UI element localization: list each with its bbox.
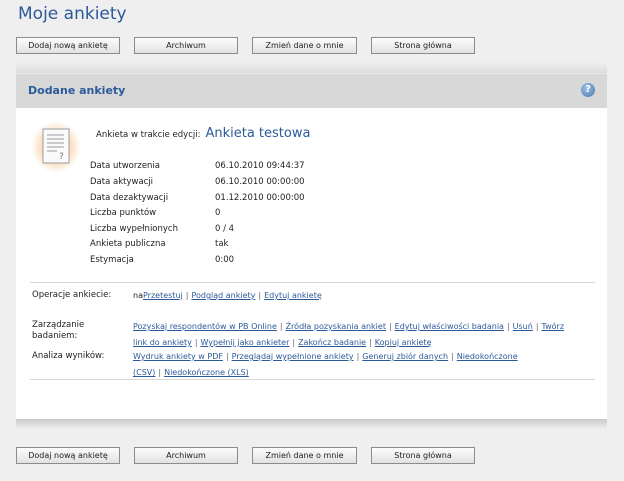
archive-button[interactable]: Archiwum [134,37,238,54]
management-links: Pozyskaj respondentów w PB Online | Źródła… [133,322,565,347]
unfinished-xls-link[interactable]: Niedokończone (XLS) [164,368,249,377]
analysis-links: Wydruk ankiety w PDF | Przeglądaj wypełnio… [133,352,518,377]
generate-dataset-link[interactable]: Generuj zbiór danych [362,352,448,361]
test-link[interactable]: Przetestuj [143,291,183,300]
surveys-panel: Dodane ankiety ? ? Ankieta w trakcie edy… [16,73,607,419]
document-icon: ? [42,128,70,164]
change-my-data-button[interactable]: Zmień dane o mnie [252,447,357,464]
detail-label: Estymacja [90,255,134,265]
operations-links: naPrzetestuj | Podgląd ankiety | Edytuj anki… [133,291,322,300]
analysis-label: Analiza wyników: [32,351,105,361]
help-icon[interactable]: ? [581,83,595,97]
preview-link[interactable]: Podgląd ankiety [191,291,255,300]
edit-properties-link[interactable]: Edytuj właściwości badania [395,322,504,331]
panel-bottom-shadow [16,419,607,429]
detail-value: 06.10.2010 09:44:37 [215,161,305,171]
detail-label: Data utworzenia [90,161,161,171]
detail-label: Ankieta publiczna [90,239,166,249]
browse-responses-link[interactable]: Przeglądaj wypełnione ankiety [232,352,354,361]
home-button[interactable]: Strona główna [371,447,475,464]
detail-value: tak [215,239,229,249]
recruit-respondents-link[interactable]: Pozyskaj respondentów w PB Online [133,322,277,331]
operations-prefix: na [133,291,143,300]
svg-text:?: ? [59,152,64,162]
survey-sources-link[interactable]: Źródła pozyskania ankiet [286,322,386,331]
management-label: Zarządzanie badaniem: [32,320,85,341]
detail-label: Liczba punktów [90,208,157,218]
panel-title: Dodane ankiety [28,84,126,97]
operations-label: Operacje ankiecie: [32,290,112,300]
detail-value: 01.12.2010 00:00:00 [215,193,305,203]
detail-label: Data aktywacji [90,177,154,187]
archive-button[interactable]: Archiwum [134,447,238,464]
separator [30,379,595,380]
survey-title-line: Ankieta w trakcie edycji: Ankieta testow… [96,126,310,141]
detail-value: 0 / 4 [215,224,235,234]
add-survey-button[interactable]: Dodaj nową ankietę [16,37,120,54]
survey-name: Ankieta testowa [205,126,311,141]
delete-link[interactable]: Usuń [513,322,533,331]
bottom-toolbar: Dodaj nową ankietę Archiwum Zmień dane o… [16,447,475,464]
edit-survey-link[interactable]: Edytuj ankietę [264,291,322,300]
detail-value: 0:00 [215,255,235,265]
detail-label: Data dezaktywacji [90,193,169,203]
page-title: Moje ankiety [18,4,127,24]
separator [30,282,595,283]
detail-value: 06.10.2010 00:00:00 [215,177,305,187]
end-study-link[interactable]: Zakończ badanie [298,338,366,347]
survey-status-label: Ankieta w trakcie edycji: [96,130,201,140]
copy-survey-link[interactable]: Kopiuj ankietę [375,338,432,347]
pdf-print-link[interactable]: Wydruk ankiety w PDF [133,352,223,361]
fill-as-interviewer-link[interactable]: Wypełnij jako ankieter [201,338,290,347]
home-button[interactable]: Strona główna [371,37,475,54]
add-survey-button[interactable]: Dodaj nową ankietę [16,447,120,464]
change-my-data-button[interactable]: Zmień dane o mnie [252,37,357,54]
panel-header: Dodane ankiety ? [16,73,607,108]
detail-label: Liczba wypełnionych [90,224,178,234]
detail-value: 0 [215,208,221,218]
top-toolbar: Dodaj nową ankietę Archiwum Zmień dane o… [16,37,475,54]
